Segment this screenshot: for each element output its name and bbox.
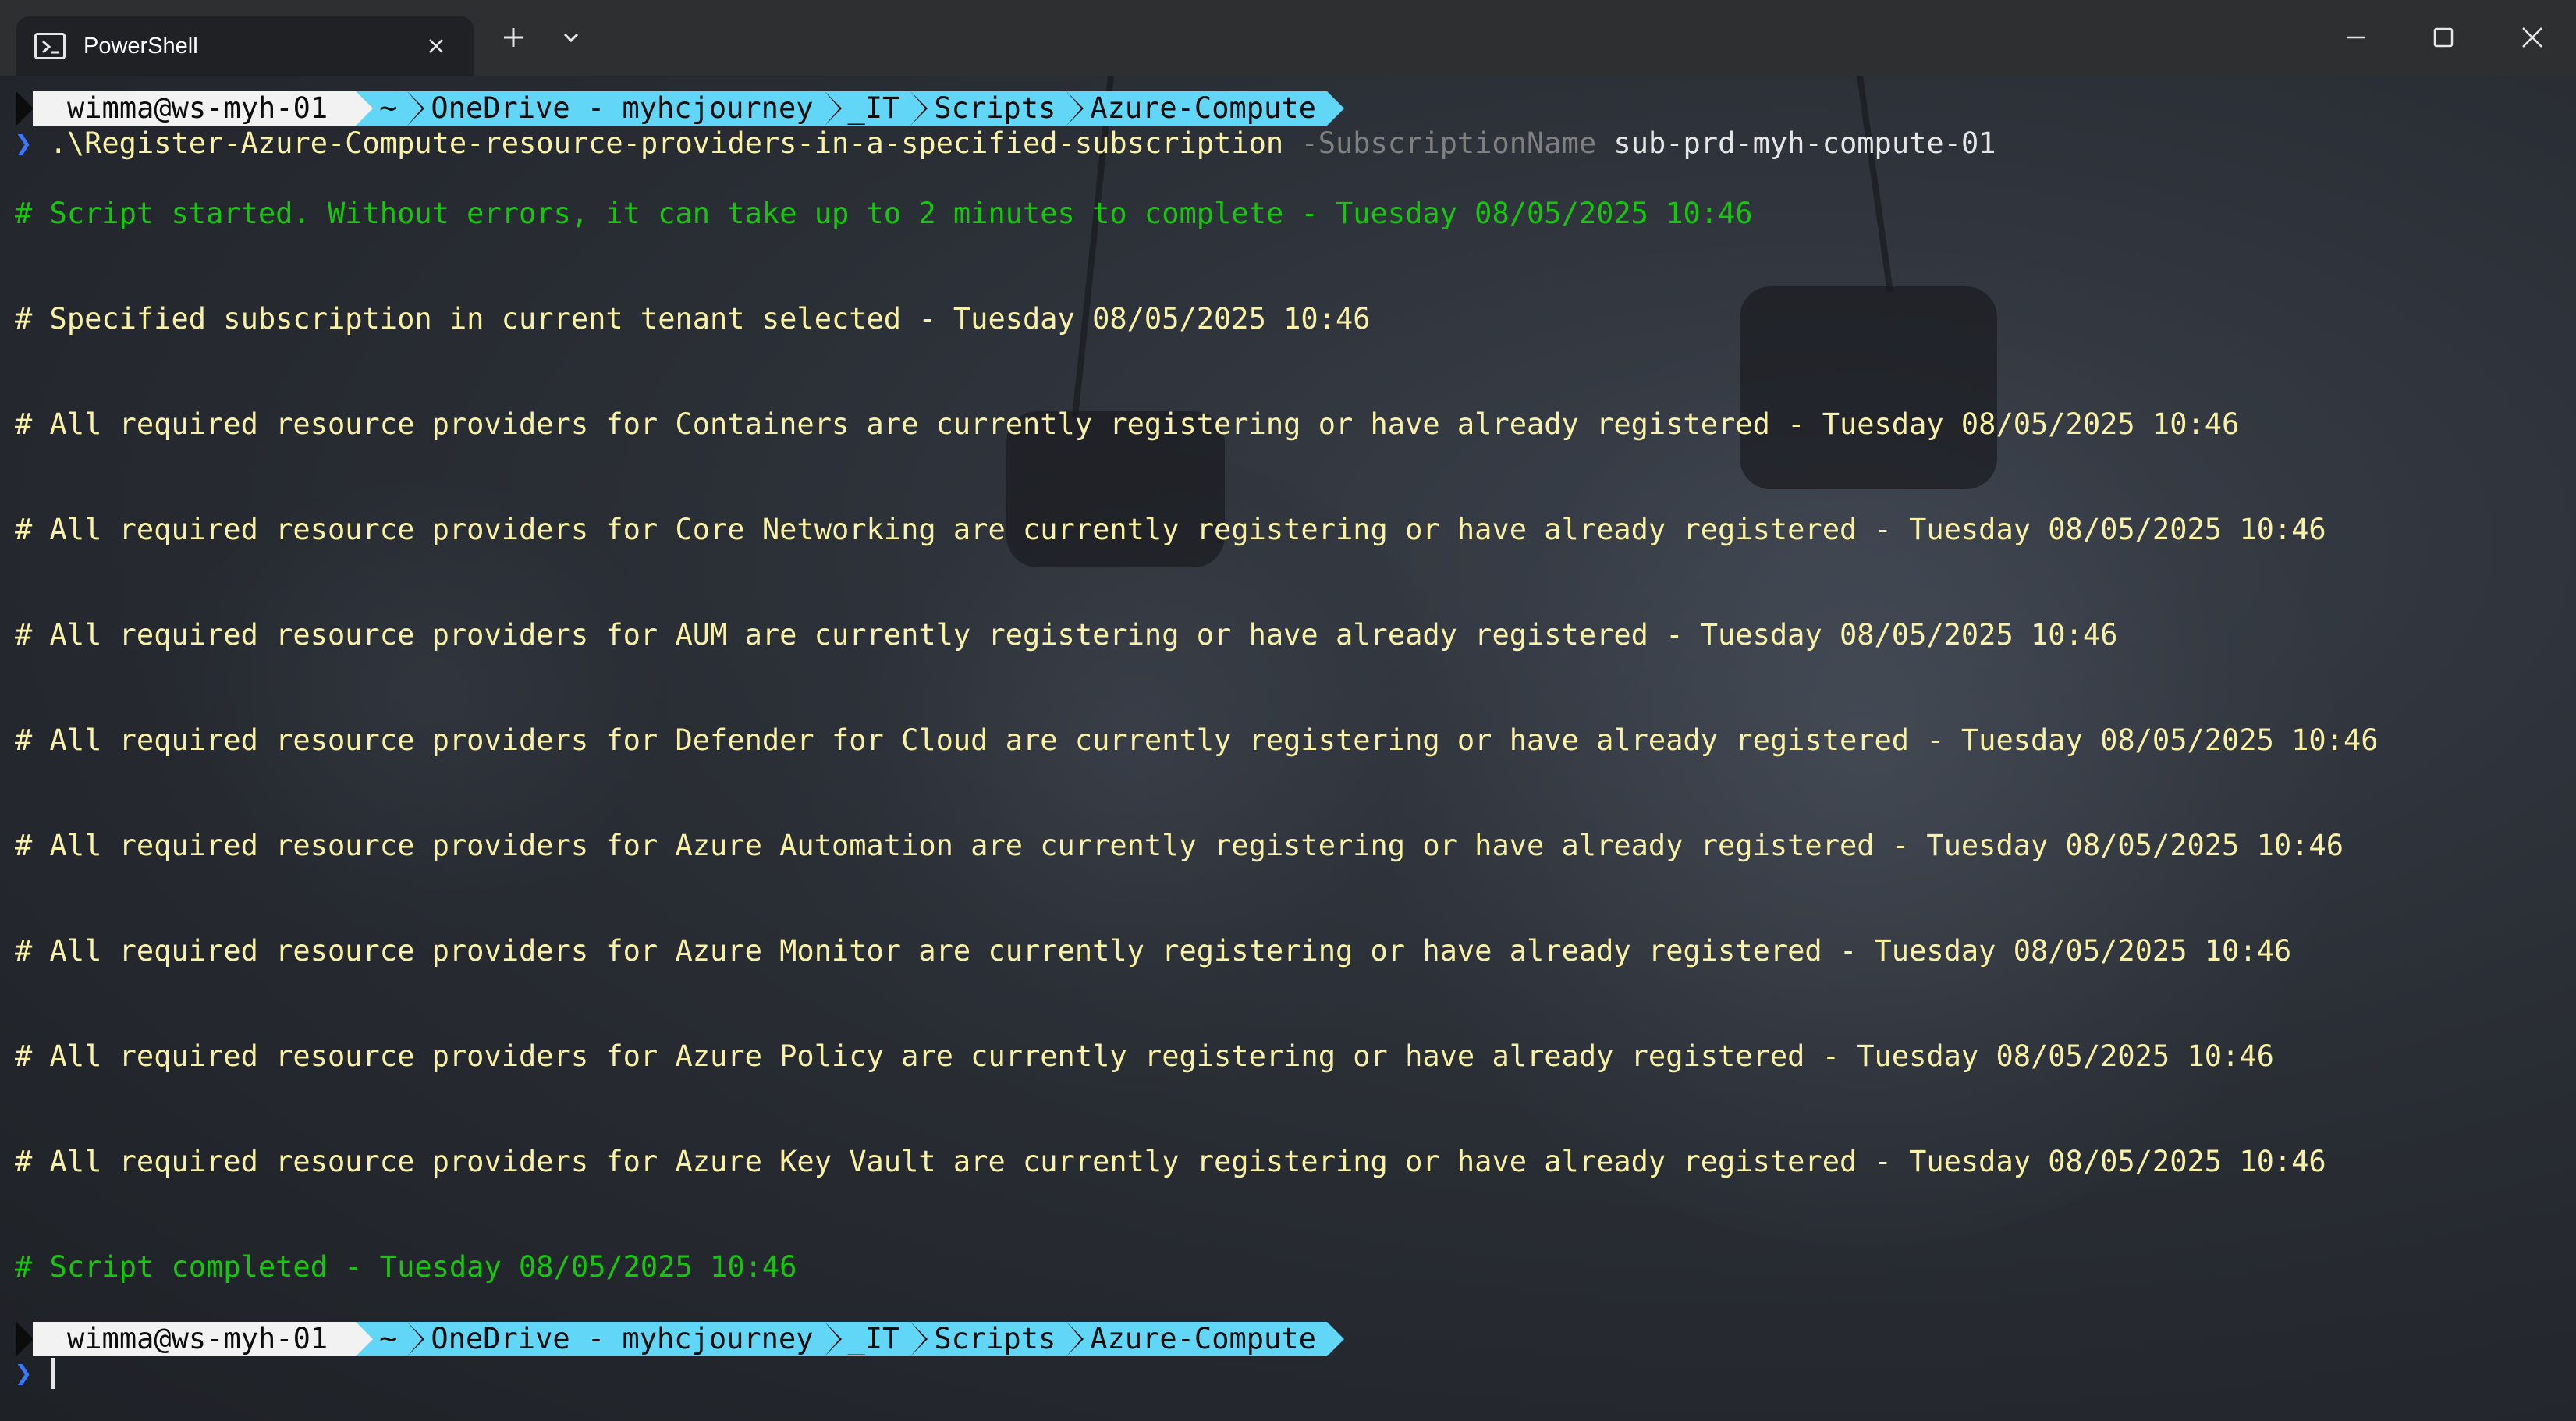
- background-decoration: [156, 481, 702, 950]
- command-argument: sub-prd-myh-compute-01: [1613, 126, 1996, 160]
- output-start-line: # Script started. Without errors, it can…: [15, 197, 1753, 230]
- chevron-down-icon[interactable]: [554, 20, 588, 55]
- prompt-user-host: wimma@ws-myh-01: [33, 91, 357, 126]
- prompt-path-scripts: Scripts: [910, 1322, 1067, 1356]
- prompt-lead: [16, 91, 34, 126]
- prompt-path-home: ~: [356, 1322, 408, 1356]
- command-script: .\Register-Azure-Compute-resource-provid…: [49, 126, 1284, 160]
- output-line: # All required resource providers for Az…: [15, 934, 2292, 968]
- background-decoration: [1857, 76, 1893, 293]
- output-end-line: # Script completed - Tuesday 08/05/2025 …: [15, 1250, 797, 1284]
- output-line: # All required resource providers for Co…: [15, 513, 2326, 546]
- prompt-path-onedrive: OneDrive - myhcjourney: [407, 1322, 825, 1356]
- output-line: # All required resource providers for AU…: [15, 618, 2118, 652]
- prompt-line: wimma@ws-myh-01 ~ OneDrive - myhcjourney…: [16, 91, 1344, 126]
- maximize-icon[interactable]: [2423, 17, 2464, 58]
- prompt-chevron-icon: ❯: [15, 1356, 33, 1390]
- text-cursor: [51, 1358, 55, 1389]
- prompt-path-it: _IT: [824, 1322, 911, 1356]
- output-line: # All required resource providers for Az…: [15, 1145, 2326, 1178]
- prompt-user-host: wimma@ws-myh-01: [33, 1322, 357, 1356]
- minimize-icon[interactable]: [2336, 17, 2376, 58]
- prompt-tail: [1326, 1322, 1344, 1356]
- prompt-tail: [1326, 91, 1344, 126]
- tab-powershell[interactable]: PowerShell: [16, 16, 474, 76]
- output-line: # All required resource providers for Az…: [15, 829, 2344, 862]
- input-line[interactable]: ❯: [15, 1356, 32, 1391]
- prompt-path-onedrive: OneDrive - myhcjourney: [407, 91, 825, 126]
- prompt-path-home: ~: [356, 91, 408, 126]
- output-line: # All required resource providers for De…: [15, 723, 2379, 757]
- prompt-path-it: _IT: [824, 91, 911, 126]
- prompt-path-scripts: Scripts: [910, 91, 1067, 126]
- tab-title: PowerShell: [83, 34, 198, 59]
- prompt-line-2: wimma@ws-myh-01 ~ OneDrive - myhcjourney…: [16, 1322, 1344, 1356]
- title-bar: PowerShell: [0, 0, 2576, 76]
- close-icon[interactable]: [422, 32, 450, 60]
- prompt-path-azure-compute: Azure-Compute: [1066, 1322, 1327, 1356]
- background-decoration: [1740, 286, 1997, 489]
- command-line: ❯ .\Register-Azure-Compute-resource-prov…: [15, 126, 1996, 161]
- prompt-lead: [16, 1322, 34, 1356]
- powershell-icon: [34, 33, 66, 59]
- close-window-icon[interactable]: [2512, 17, 2553, 58]
- plus-icon[interactable]: [496, 20, 530, 55]
- prompt-path-azure-compute: Azure-Compute: [1066, 91, 1327, 126]
- prompt-chevron-icon: ❯: [15, 126, 33, 160]
- output-line: # All required resource providers for Az…: [15, 1039, 2274, 1073]
- output-line: # Specified subscription in current tena…: [15, 302, 1371, 336]
- output-line: # All required resource providers for Co…: [15, 407, 2240, 441]
- command-parameter: -SubscriptionName: [1300, 126, 1597, 160]
